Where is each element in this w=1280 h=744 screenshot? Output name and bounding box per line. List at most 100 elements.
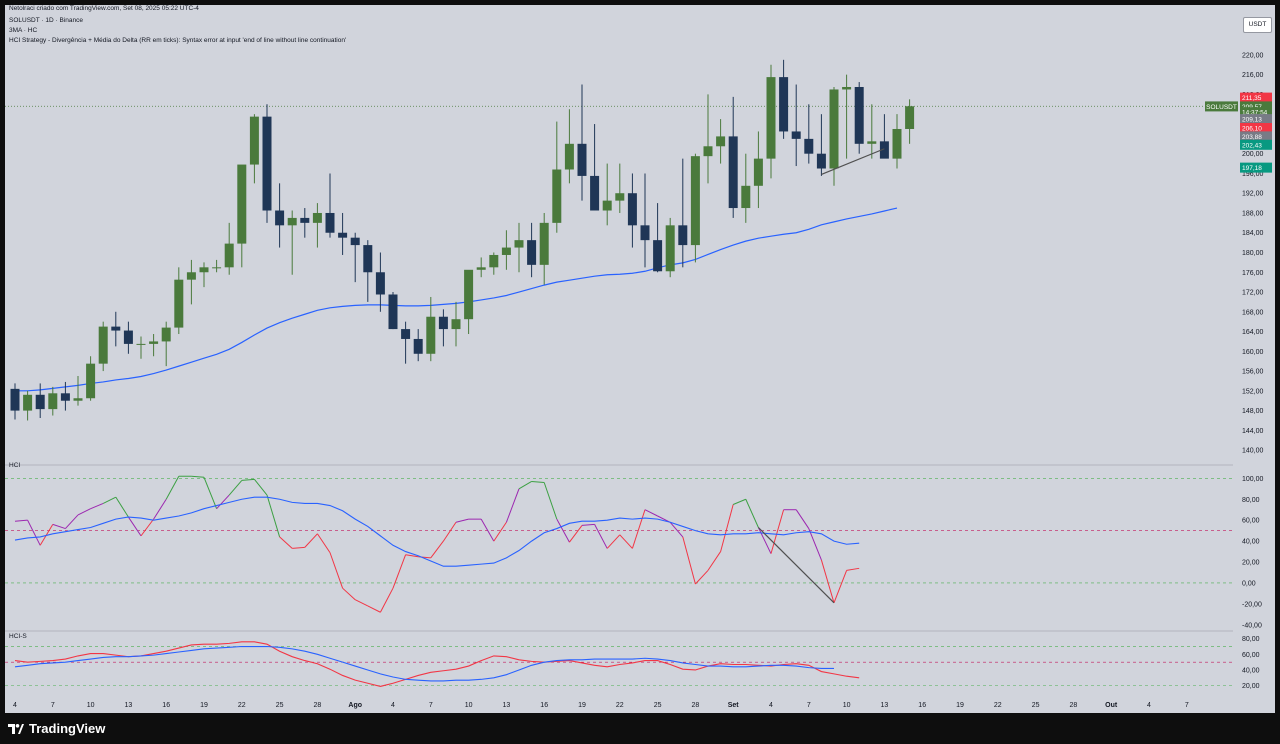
- hci-pane-title[interactable]: HCI: [9, 462, 20, 469]
- candle-body: [136, 343, 146, 345]
- hci-line-segment: [720, 504, 734, 552]
- ma-line[interactable]: 3MA · HC: [9, 27, 37, 34]
- date-tick-label: 19: [956, 702, 964, 709]
- candle-body: [388, 294, 398, 330]
- hci-line-segment: [203, 477, 218, 509]
- candle-body: [287, 217, 297, 226]
- date-tick-label: 7: [429, 702, 433, 709]
- date-tick-label: 10: [843, 702, 851, 709]
- candle-body: [451, 319, 461, 330]
- candle-body: [249, 116, 259, 165]
- candle-body: [829, 89, 839, 169]
- hci-tick-label: 80,00: [1242, 497, 1260, 504]
- candle-body: [401, 329, 411, 339]
- symbol-line[interactable]: SOLUSDT · 1D · Binance: [9, 17, 83, 24]
- candle-body: [413, 338, 423, 354]
- date-tick-label: 22: [994, 702, 1002, 709]
- date-tick-label: 25: [276, 702, 284, 709]
- candle-body: [476, 267, 486, 270]
- candle-body: [350, 237, 360, 246]
- hci-line-segment: [216, 494, 230, 510]
- hci-line-segment: [27, 519, 41, 546]
- candle-body: [653, 240, 663, 272]
- candle-body: [48, 393, 58, 410]
- candle-body: [905, 106, 915, 129]
- date-tick-label: Out: [1105, 702, 1118, 709]
- price-tick-label: 160,00: [1242, 349, 1264, 356]
- hci-line-segment: [367, 605, 381, 613]
- hci-line-segment: [304, 533, 318, 548]
- candle-body: [426, 316, 436, 354]
- hci-line-segment: [354, 599, 369, 607]
- chart-svg[interactable]: 220,00216,00212,00208,00204,00200,00196,…: [5, 5, 1275, 713]
- footer: TradingView: [0, 713, 1280, 744]
- hci-line-segment: [581, 523, 595, 526]
- hci-line-segment: [518, 481, 532, 490]
- price-tick-label: 152,00: [1242, 388, 1264, 395]
- hci-s-tick-label: 80,00: [1242, 636, 1260, 643]
- candle-body: [161, 327, 171, 342]
- hci-s-pane-title[interactable]: HCI-S: [9, 633, 27, 640]
- price-label: 209,13: [1242, 117, 1262, 124]
- date-tick-label: 7: [1185, 702, 1189, 709]
- date-tick-label: 19: [200, 702, 208, 709]
- date-tick-label: 22: [616, 702, 624, 709]
- hci-line-segment: [127, 516, 142, 537]
- hci-s-fast-line: [14, 641, 860, 687]
- currency-button[interactable]: USDT: [1243, 17, 1272, 33]
- candle-body: [300, 217, 310, 223]
- hci-line-segment: [266, 494, 281, 538]
- moving-average-layer: [15, 207, 898, 392]
- price-tick-label: 216,00: [1242, 72, 1264, 79]
- indicator-error-line[interactable]: HCI Strategy - Divergência + Média do De…: [9, 37, 346, 44]
- hci-s-tick-label: 60,00: [1242, 652, 1260, 659]
- candle-body: [73, 398, 83, 401]
- price-tick-label: 172,00: [1242, 290, 1264, 297]
- hci-line-segment: [707, 551, 722, 571]
- hci-s-tick-label: 40,00: [1242, 667, 1260, 674]
- hci-line-segment: [531, 480, 545, 484]
- candle-body: [98, 326, 108, 364]
- candle-body: [174, 279, 184, 328]
- hci-line-segment: [606, 534, 621, 549]
- hci-s-tick-label: 20,00: [1242, 683, 1260, 690]
- date-tick-label: 13: [881, 702, 889, 709]
- candle-body: [438, 316, 448, 330]
- hci-line-segment: [379, 587, 394, 613]
- grid-layer: [5, 105, 1233, 686]
- hci-line-segment: [279, 536, 293, 549]
- price-tick-label: 192,00: [1242, 191, 1264, 198]
- candle-body: [325, 212, 335, 233]
- candle-body: [489, 254, 499, 268]
- price-labels-layer: 211,35SOLUSDT209,5714:37:54209,13206,102…: [1205, 92, 1272, 173]
- candle-body: [665, 225, 675, 272]
- date-tick-label: 4: [1147, 702, 1151, 709]
- hci-tick-label: 40,00: [1242, 539, 1260, 546]
- hci-line-segment: [631, 509, 646, 549]
- candle-body: [791, 131, 801, 139]
- price-tick-label: 144,00: [1242, 428, 1264, 435]
- candle-body: [86, 363, 96, 399]
- tradingview-logo-text: TradingView: [29, 721, 106, 736]
- hci-s-layer: [14, 641, 860, 687]
- candle-body: [262, 116, 272, 211]
- hci-line-segment: [833, 570, 848, 604]
- publisher-line: Netolraci criado com TradingView.com, Se…: [9, 5, 199, 12]
- hci-line-segment: [505, 488, 520, 523]
- price-tick-label: 200,00: [1242, 151, 1264, 158]
- tradingview-logo[interactable]: TradingView: [8, 721, 105, 736]
- hci-line-segment: [619, 534, 633, 549]
- hci-line-segment: [569, 525, 583, 543]
- hci-line-segment: [292, 546, 305, 549]
- tradingview-logo-icon: [8, 723, 24, 734]
- price-tick-label: 220,00: [1242, 52, 1264, 59]
- candle-body: [186, 272, 196, 280]
- hci-line-segment: [594, 524, 608, 549]
- hci-tick-label: 0,00: [1242, 580, 1256, 587]
- hci-line-segment: [480, 518, 495, 542]
- date-tick-label: 25: [654, 702, 662, 709]
- chart-area[interactable]: 220,00216,00212,00208,00204,00200,00196,…: [5, 5, 1275, 713]
- hci-line-segment: [695, 570, 709, 585]
- price-tick-label: 176,00: [1242, 270, 1264, 277]
- hci-line-segment: [153, 498, 167, 520]
